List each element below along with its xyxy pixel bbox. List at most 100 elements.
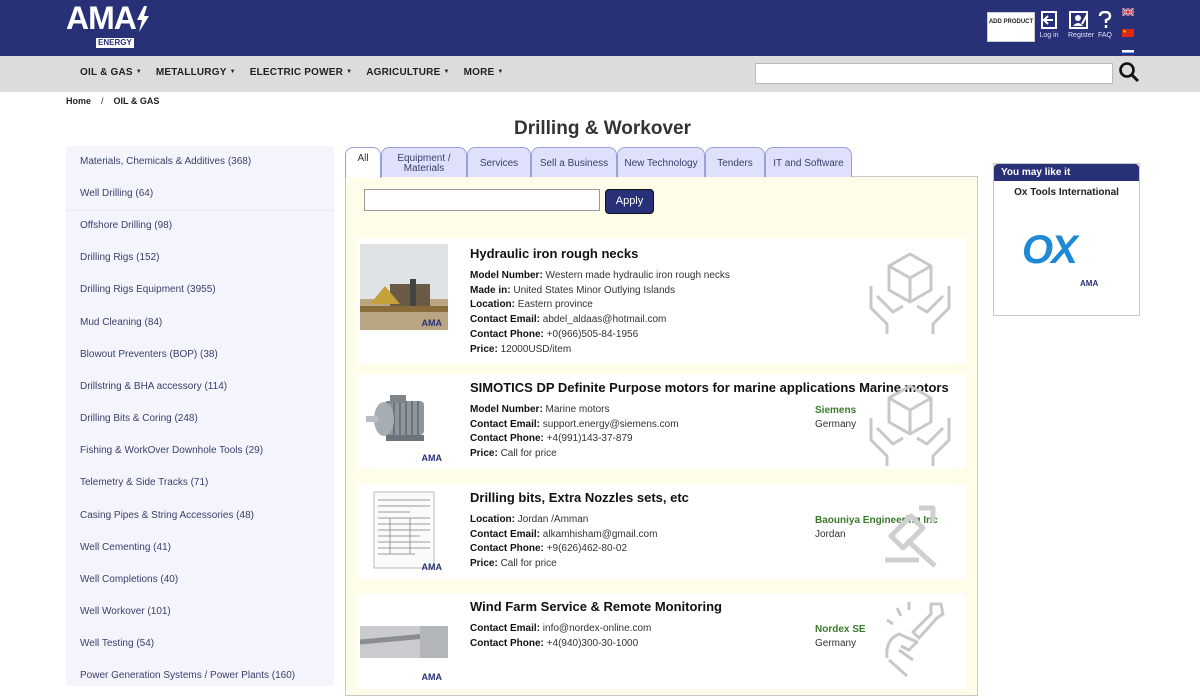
listing-card[interactable]: AMA Hydraulic iron rough necks Model Num…	[357, 238, 966, 364]
field-row: Made in: United States Minor Outlying Is…	[470, 284, 730, 299]
listing-card[interactable]: AMA Drilling bits, Extra Nozzles sets, e…	[357, 484, 966, 579]
tab-sell-business[interactable]: Sell a Business	[531, 147, 617, 177]
field-value: Marine motors	[542, 404, 610, 415]
field-value: Call for price	[497, 558, 557, 570]
sidebar-item[interactable]: Well Completions (40)	[80, 575, 178, 585]
china-flag-icon[interactable]	[1122, 29, 1134, 37]
breadcrumb-current[interactable]: OIL & GAS	[114, 96, 160, 106]
field-value: +4(940)300-30-1000	[543, 637, 639, 649]
listing-title[interactable]: Wind Farm Service & Remote Monitoring	[470, 600, 722, 613]
sidebar-item[interactable]: Well Cementing (41)	[80, 543, 171, 553]
field-key: Contact Phone:	[470, 637, 544, 649]
field-row: Contact Email: abdel_aldaas@hotmail.com	[470, 313, 730, 328]
sidebar-item[interactable]: Drillstring & BHA accessory (114)	[80, 382, 227, 392]
breadcrumb-separator: /	[101, 96, 104, 106]
ama-energy-logo[interactable]: AMA ENERGY	[66, 2, 156, 50]
sidebar-item[interactable]: Drilling Rigs Equipment (3955)	[80, 285, 216, 295]
sidebar-item[interactable]: Mud Cleaning (84)	[80, 318, 162, 328]
sidebar-divider	[66, 210, 334, 211]
ox-tools-logo[interactable]: OX	[1022, 230, 1078, 270]
listing-title[interactable]: Hydraulic iron rough necks	[470, 247, 638, 260]
tab-equipment-materials[interactable]: Equipment / Materials	[381, 147, 467, 177]
field-row: Contact Phone: +4(940)300-30-1000	[470, 637, 651, 652]
field-value: +4(991)143-37-879	[543, 433, 633, 445]
tab-services[interactable]: Services	[467, 147, 531, 177]
nav-label: ELECTRIC POWER	[249, 67, 344, 78]
field-key: Contact Email:	[470, 528, 541, 540]
sidebar-item[interactable]: Telemetry & Side Tracks (71)	[80, 478, 208, 488]
register-label: Register	[1068, 32, 1095, 39]
lightning-icon	[137, 6, 149, 32]
sidebar-item[interactable]: Power Generation Systems / Power Plants …	[80, 671, 295, 681]
login-button[interactable]: Log in	[1038, 11, 1060, 41]
listing-thumbnail[interactable]: AMA	[360, 598, 448, 684]
listing-fields: Model Number: Marine motors Contact Emai…	[470, 403, 679, 462]
field-key: Price:	[470, 558, 498, 570]
sidebar-item[interactable]: Casing Pipes & String Accessories (48)	[80, 511, 254, 521]
nav-more[interactable]: MORE ▼	[464, 68, 504, 78]
tab-tenders[interactable]: Tenders	[705, 147, 765, 177]
field-key: Contact Email:	[470, 623, 541, 634]
nav-label: MORE	[463, 67, 495, 78]
thumb-watermark: AMA	[421, 453, 443, 463]
sidebar-item[interactable]: Materials, Chemicals & Additives (368)	[80, 157, 251, 167]
company-link[interactable]: Nordex SE	[815, 625, 866, 635]
sidebar-item[interactable]: Well Drilling (64)	[80, 189, 153, 199]
listing-thumbnail[interactable]: AMA	[360, 488, 448, 574]
listing-thumbnail[interactable]: AMA	[360, 244, 448, 330]
field-key: Made in:	[470, 284, 511, 296]
register-button[interactable]: Register	[1068, 11, 1095, 41]
field-value: +0(966)505-84-1956	[543, 328, 639, 340]
filter-input[interactable]	[364, 189, 600, 211]
sidebar-item[interactable]: Well Workover (101)	[80, 607, 171, 617]
field-value: abdel_aldaas@hotmail.com	[540, 314, 667, 326]
logo-text: AMA	[66, 0, 137, 36]
ad-company-name[interactable]: Ox Tools International	[994, 188, 1139, 198]
nav-label: METALLURGY	[155, 67, 227, 78]
login-label: Log in	[1039, 32, 1059, 39]
nav-label: OIL & GAS	[80, 67, 133, 78]
company-link[interactable]: Siemens	[815, 406, 856, 416]
field-row: Contact Phone: +9(626)462-80-02	[470, 542, 657, 557]
caret-down-icon: ▼	[443, 69, 450, 75]
nav-metallurgy[interactable]: METALLURGY ▼	[156, 68, 236, 78]
sidebar-item[interactable]: Blowout Preventers (BOP) (38)	[80, 350, 218, 360]
listing-thumbnail[interactable]: AMA	[360, 379, 448, 465]
search-input[interactable]	[755, 63, 1113, 84]
breadcrumb-home[interactable]: Home	[66, 96, 91, 106]
page-title: Drilling & Workover	[513, 118, 691, 139]
tab-new-technology[interactable]: New Technology	[617, 147, 705, 177]
field-row: Model Number: Western made hydraulic iro…	[470, 269, 730, 284]
sidebar-item[interactable]: Drilling Rigs (152)	[80, 253, 159, 263]
logo-sub: ENERGY	[96, 38, 134, 48]
field-key: Price:	[470, 448, 498, 460]
nav-agriculture[interactable]: AGRICULTURE ▼	[366, 68, 449, 78]
field-value: support.energy@siemens.com	[540, 418, 679, 430]
caret-down-icon: ▼	[497, 69, 504, 75]
tab-all[interactable]: All	[345, 147, 381, 178]
sidebar-item[interactable]: Offshore Drilling (98)	[80, 221, 172, 231]
listing-title[interactable]: Drilling bits, Extra Nozzles sets, etc	[470, 491, 689, 504]
listing-fields: Location: Jordan /Amman Contact Email: a…	[470, 513, 657, 572]
sidebar-item[interactable]: Drilling Bits & Coring (248)	[80, 414, 198, 424]
sidebar-item[interactable]: Well Testing (54)	[80, 639, 154, 649]
search-icon[interactable]	[1118, 61, 1140, 83]
add-product-button[interactable]: ADD PRODUCT	[987, 12, 1035, 42]
uk-flag-icon[interactable]	[1121, 7, 1135, 17]
sidebar-item[interactable]: Fishing & WorkOver Downhole Tools (29)	[80, 446, 263, 456]
listing-card[interactable]: AMA SIMOTICS DP Definite Purpose motors …	[357, 374, 966, 469]
listing-fields: Model Number: Western made hydraulic iro…	[470, 269, 730, 357]
apply-button[interactable]: Apply	[605, 189, 654, 214]
sponsored-ad[interactable]: You may like it Ox Tools International O…	[993, 163, 1140, 316]
tab-it-software[interactable]: IT and Software	[765, 147, 852, 177]
field-key: Contact Email:	[470, 418, 541, 430]
field-value: 12000USD/item	[497, 343, 572, 355]
nav-oil-gas[interactable]: OIL & GAS ▼	[80, 68, 142, 78]
field-row: Price: 12000USD/item	[470, 343, 730, 358]
field-row: Contact Phone: +4(991)143-37-879	[470, 432, 679, 447]
nav-electric-power[interactable]: ELECTRIC POWER ▼	[250, 68, 353, 78]
faq-button[interactable]: FAQ	[1094, 11, 1116, 41]
field-row: Location: Eastern province	[470, 298, 730, 313]
ad-header: You may like it	[994, 164, 1139, 181]
breadcrumb: Home / OIL & GAS	[66, 97, 159, 106]
